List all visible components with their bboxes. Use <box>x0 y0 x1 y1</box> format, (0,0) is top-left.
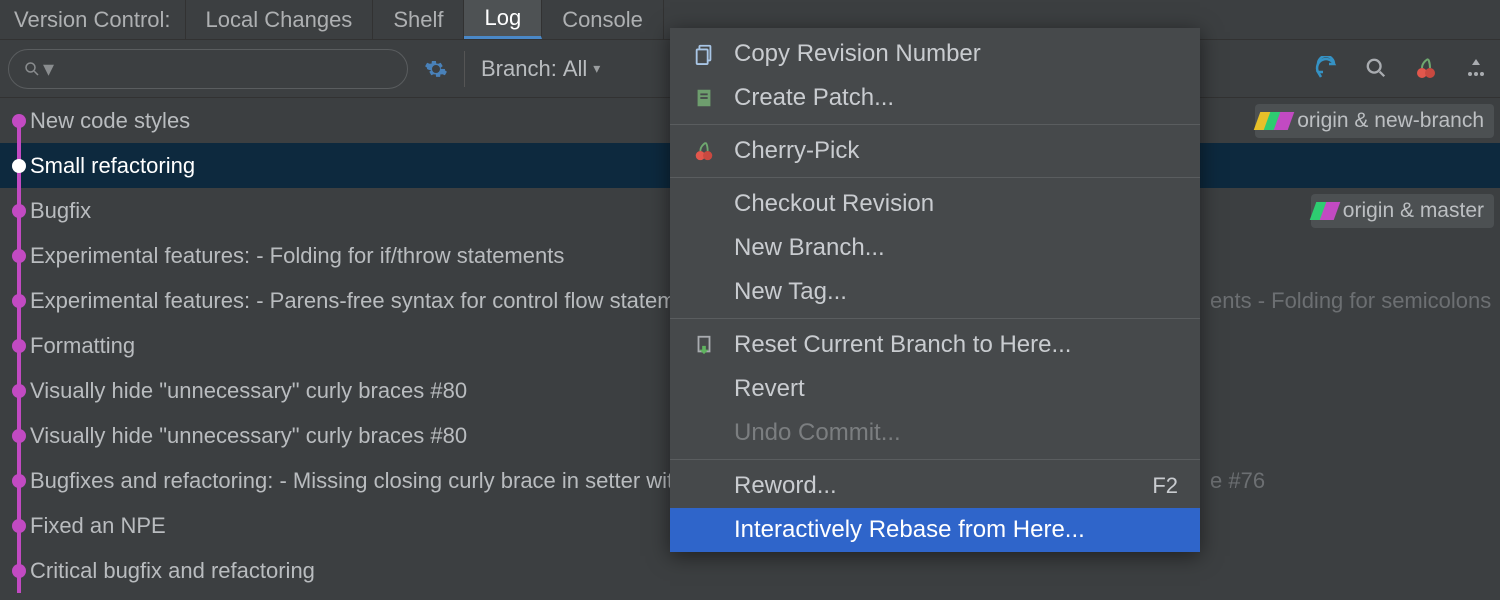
menu-item-label: Undo Commit... <box>734 419 901 447</box>
menu-item[interactable]: Reword... F2 <box>670 464 1200 508</box>
commit-message: Bugfix <box>30 198 91 224</box>
log-toolbar <box>1310 52 1492 84</box>
commit-message: Experimental features: - Folding for if/… <box>30 243 564 269</box>
branch-tag-label: origin & new-branch <box>1297 109 1484 133</box>
menu-item[interactable]: Reset Current Branch to Here... <box>670 323 1200 367</box>
commit-message: Visually hide "unnecessary" curly braces… <box>30 378 467 404</box>
tab-log[interactable]: Log <box>464 0 542 39</box>
commit-message: Fixed an NPE <box>30 513 166 539</box>
commit-message: Formatting <box>30 333 135 359</box>
find-button[interactable] <box>1360 52 1392 84</box>
commit-message: Critical bugfix and refactoring <box>30 558 315 584</box>
commit-message: New code styles <box>30 108 190 134</box>
commit-node-icon <box>12 294 26 308</box>
separator <box>464 51 465 87</box>
search-icon <box>23 60 41 78</box>
menu-icon-placeholder <box>692 421 716 445</box>
menu-separator <box>670 318 1200 319</box>
menu-item[interactable]: Create Patch... <box>670 76 1200 120</box>
menu-item[interactable]: Interactively Rebase from Here... <box>670 508 1200 552</box>
branch-filter[interactable]: Branch: All ▾ <box>477 56 604 82</box>
menu-separator <box>670 124 1200 125</box>
search-input[interactable]: ▾ <box>8 49 408 89</box>
commit-node-icon <box>12 564 26 578</box>
menu-item-label: Revert <box>734 375 805 403</box>
menu-icon-placeholder <box>692 236 716 260</box>
branch-tag-label: origin & master <box>1343 199 1484 223</box>
menu-item-label: Reword... <box>734 472 837 500</box>
commit-node-icon <box>12 159 26 173</box>
menu-separator <box>670 177 1200 178</box>
menu-item-label: Cherry-Pick <box>734 137 859 165</box>
refresh-button[interactable] <box>1310 52 1342 84</box>
menu-icon-placeholder <box>692 192 716 216</box>
commit-message: Visually hide "unnecessary" curly braces… <box>30 423 467 449</box>
commit-node-icon <box>12 519 26 533</box>
search-icon <box>1365 57 1387 79</box>
menu-item-label: Reset Current Branch to Here... <box>734 331 1071 359</box>
copy-icon <box>692 42 716 66</box>
filter-label: Branch: <box>481 56 557 82</box>
tab-console[interactable]: Console <box>542 0 664 39</box>
menu-item[interactable]: Revert <box>670 367 1200 411</box>
gear-icon <box>424 57 448 81</box>
reset-icon <box>692 333 716 357</box>
search-dropdown-chevron[interactable]: ▾ <box>43 56 54 82</box>
patch-icon <box>692 86 716 110</box>
panel-title: Version Control: <box>0 0 186 39</box>
branch-tag[interactable]: origin & master <box>1311 194 1494 228</box>
menu-item-label: Create Patch... <box>734 84 894 112</box>
menu-item: Undo Commit... <box>670 411 1200 455</box>
commit-node-icon <box>12 474 26 488</box>
menu-item[interactable]: Cherry-Pick <box>670 129 1200 173</box>
menu-item[interactable]: New Tag... <box>670 270 1200 314</box>
menu-icon-placeholder <box>692 377 716 401</box>
intellisort-button[interactable] <box>1460 52 1492 84</box>
tab-shelf[interactable]: Shelf <box>373 0 464 39</box>
menu-item[interactable]: New Branch... <box>670 226 1200 270</box>
menu-icon-placeholder <box>692 518 716 542</box>
refresh-icon <box>1314 56 1338 80</box>
menu-item[interactable]: Copy Revision Number <box>670 32 1200 76</box>
tag-icon <box>1261 112 1291 130</box>
tag-icon <box>1317 202 1337 220</box>
menu-separator <box>670 459 1200 460</box>
commit-node-icon <box>12 339 26 353</box>
chevron-down-icon: ▾ <box>593 60 600 77</box>
menu-item-label: Copy Revision Number <box>734 40 981 68</box>
menu-item-label: Checkout Revision <box>734 190 934 218</box>
commit-node-icon <box>12 384 26 398</box>
cherry-icon <box>1414 56 1438 80</box>
context-menu: Copy Revision Number Create Patch... Cherr… <box>670 28 1200 552</box>
commit-node-icon <box>12 429 26 443</box>
menu-shortcut: F2 <box>1152 473 1178 499</box>
cherry-pick-button[interactable] <box>1410 52 1442 84</box>
commit-node-icon <box>12 249 26 263</box>
commit-row[interactable]: Critical bugfix and refactoring <box>0 548 1500 593</box>
menu-icon-placeholder <box>692 474 716 498</box>
branch-tag[interactable]: origin & new-branch <box>1255 104 1494 138</box>
commit-message: Small refactoring <box>30 153 195 179</box>
tab-local-changes[interactable]: Local Changes <box>186 0 374 39</box>
dots-icon <box>1464 56 1488 80</box>
commit-node-icon <box>12 204 26 218</box>
menu-item[interactable]: Checkout Revision <box>670 182 1200 226</box>
settings-button[interactable] <box>420 53 452 85</box>
menu-item-label: Interactively Rebase from Here... <box>734 516 1085 544</box>
menu-item-label: New Branch... <box>734 234 885 262</box>
commit-node-icon <box>12 114 26 128</box>
cherry-icon <box>692 139 716 163</box>
filter-value: All <box>563 56 587 82</box>
menu-item-label: New Tag... <box>734 278 847 306</box>
menu-icon-placeholder <box>692 280 716 304</box>
